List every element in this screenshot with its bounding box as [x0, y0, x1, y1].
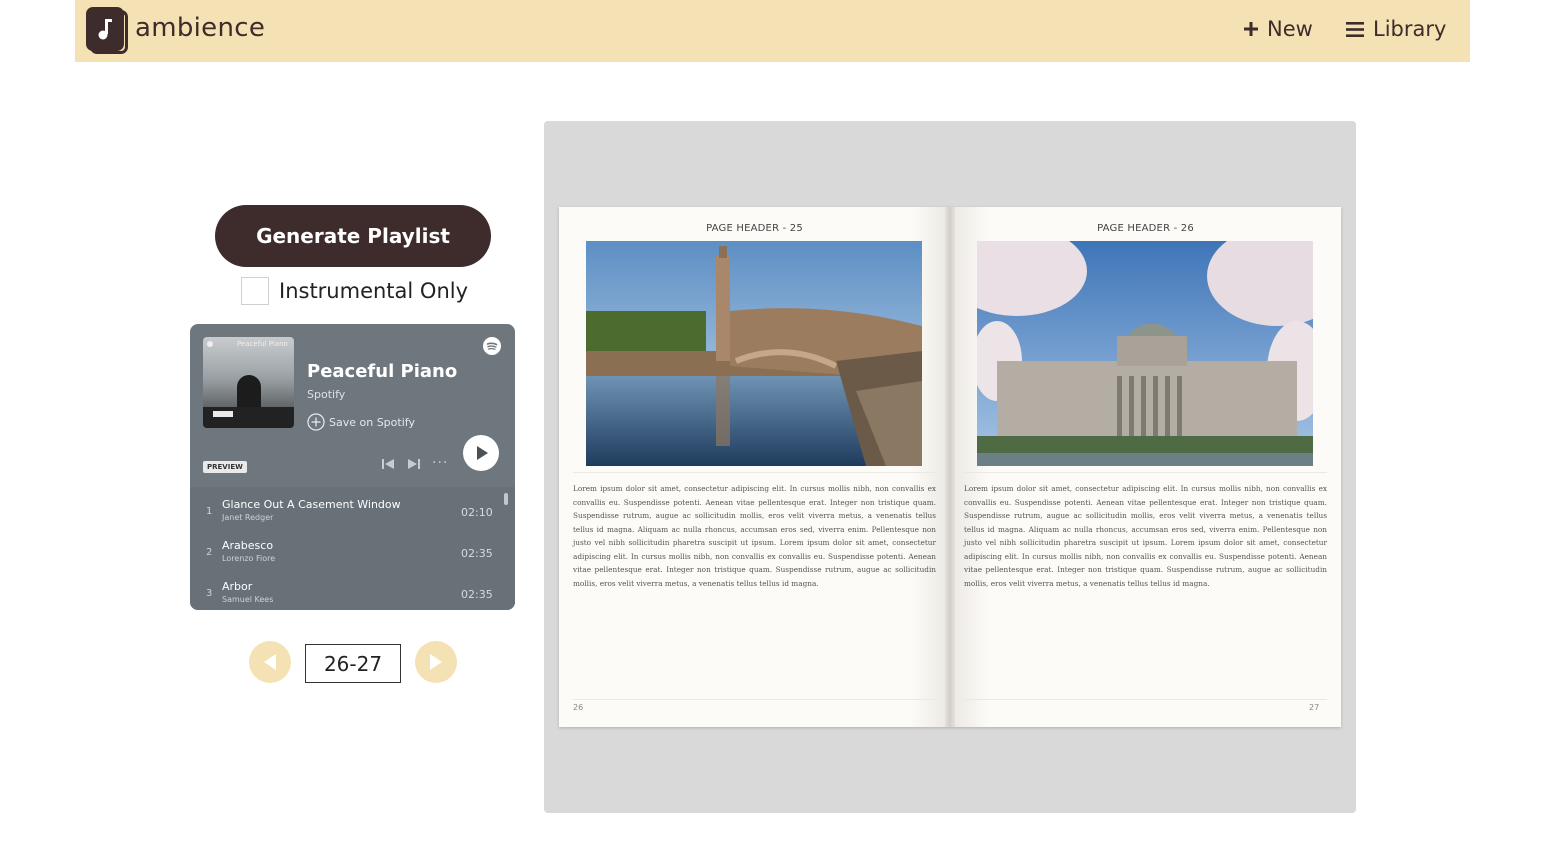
page-body-text: Lorem ipsum dolor sit amet, consectetur … [964, 484, 1327, 588]
instrumental-label: Instrumental Only [279, 279, 469, 303]
save-on-spotify-button[interactable]: Save on Spotify [307, 413, 415, 431]
skip-forward-icon[interactable] [407, 458, 420, 473]
next-page-button[interactable] [415, 641, 457, 683]
track-title: Arabesco [222, 539, 274, 552]
page-image-plaza [586, 241, 922, 466]
brand-name[interactable]: ambience [135, 13, 265, 43]
spotify-waves [486, 342, 498, 350]
arrow-right-icon [430, 654, 442, 670]
playlist-owner[interactable]: Spotify [307, 388, 345, 401]
page-range-input[interactable]: 26-27 [305, 644, 401, 683]
track-duration: 02:10 [461, 506, 493, 519]
track-list-scrollbar[interactable] [504, 493, 508, 505]
cover-spotify-dot [207, 341, 213, 347]
page-number: 27 [1309, 703, 1320, 712]
play-icon [477, 446, 488, 460]
add-circle-icon [307, 413, 325, 431]
track-number: 1 [206, 506, 213, 517]
track-row[interactable]: 1 Glance Out A Casement Window Janet Red… [190, 487, 515, 528]
book-spine [945, 207, 955, 727]
new-button[interactable]: New [1243, 17, 1313, 41]
track-duration: 02:35 [461, 547, 493, 560]
track-title: Arbor [222, 580, 253, 593]
spotify-embed: Peaceful Piano Peaceful Piano Spotify Sa… [190, 324, 515, 610]
preview-badge: PREVIEW [203, 461, 247, 473]
left-page[interactable]: PAGE HEADER - 25 Lorem ipsum dolor sit a… [559, 207, 950, 727]
page-body-text: Lorem ipsum dolor sit amet, consectetur … [573, 484, 936, 588]
playlist-cover[interactable]: Peaceful Piano [203, 337, 294, 428]
page-divider [964, 472, 1327, 473]
save-label: Save on Spotify [329, 415, 415, 429]
spotify-logo-icon[interactable] [483, 337, 501, 355]
page-divider [573, 472, 936, 473]
play-button[interactable] [463, 435, 499, 471]
track-list: 1 Glance Out A Casement Window Janet Red… [190, 487, 515, 610]
track-number: 3 [206, 588, 213, 599]
top-bar: ambience New Library [75, 0, 1470, 62]
page-number: 26 [573, 703, 584, 712]
right-page[interactable]: PAGE HEADER - 26 Lorem ipsum dolor sit a… [950, 207, 1341, 727]
logo-icon[interactable] [86, 7, 128, 54]
instrumental-checkbox[interactable] [241, 277, 269, 305]
library-button[interactable]: Library [1346, 17, 1446, 41]
generate-playlist-button[interactable]: Generate Playlist [215, 205, 491, 267]
page-footer-divider [573, 699, 936, 700]
more-icon[interactable]: ··· [432, 455, 448, 471]
page-image-museum [977, 241, 1313, 466]
plus-icon [1244, 22, 1258, 36]
page-footer-divider [964, 699, 1327, 700]
new-label: New [1267, 17, 1313, 41]
track-artist: Janet Redger [222, 513, 274, 522]
open-book: PAGE HEADER - 25 Lorem ipsum dolor sit a… [559, 207, 1341, 727]
library-label: Library [1373, 17, 1447, 41]
track-row[interactable]: 2 Arabesco Lorenzo Fiore 02:35 [190, 528, 515, 569]
plaza-photo [586, 241, 922, 466]
museum-photo [977, 241, 1313, 466]
page-header: PAGE HEADER - 25 [706, 223, 803, 234]
track-title: Glance Out A Casement Window [222, 498, 401, 511]
skip-back-icon[interactable] [382, 458, 395, 473]
page-header: PAGE HEADER - 26 [1097, 223, 1194, 234]
menu-icon [1346, 21, 1364, 37]
track-row[interactable]: 3 Arbor Samuel Kees 02:35 [190, 569, 515, 610]
previous-page-button[interactable] [249, 641, 291, 683]
track-artist: Samuel Kees [222, 595, 274, 604]
track-artist: Lorenzo Fiore [222, 554, 276, 563]
logo-front-shape [86, 7, 124, 51]
cover-title: Peaceful Piano [237, 340, 288, 348]
cover-sheet-shape [213, 411, 233, 417]
track-duration: 02:35 [461, 588, 493, 601]
arrow-left-icon [264, 654, 276, 670]
instrumental-toggle[interactable]: Instrumental Only [241, 277, 468, 305]
music-note-icon [98, 19, 112, 40]
playlist-title[interactable]: Peaceful Piano [307, 361, 457, 382]
track-number: 2 [206, 547, 213, 558]
